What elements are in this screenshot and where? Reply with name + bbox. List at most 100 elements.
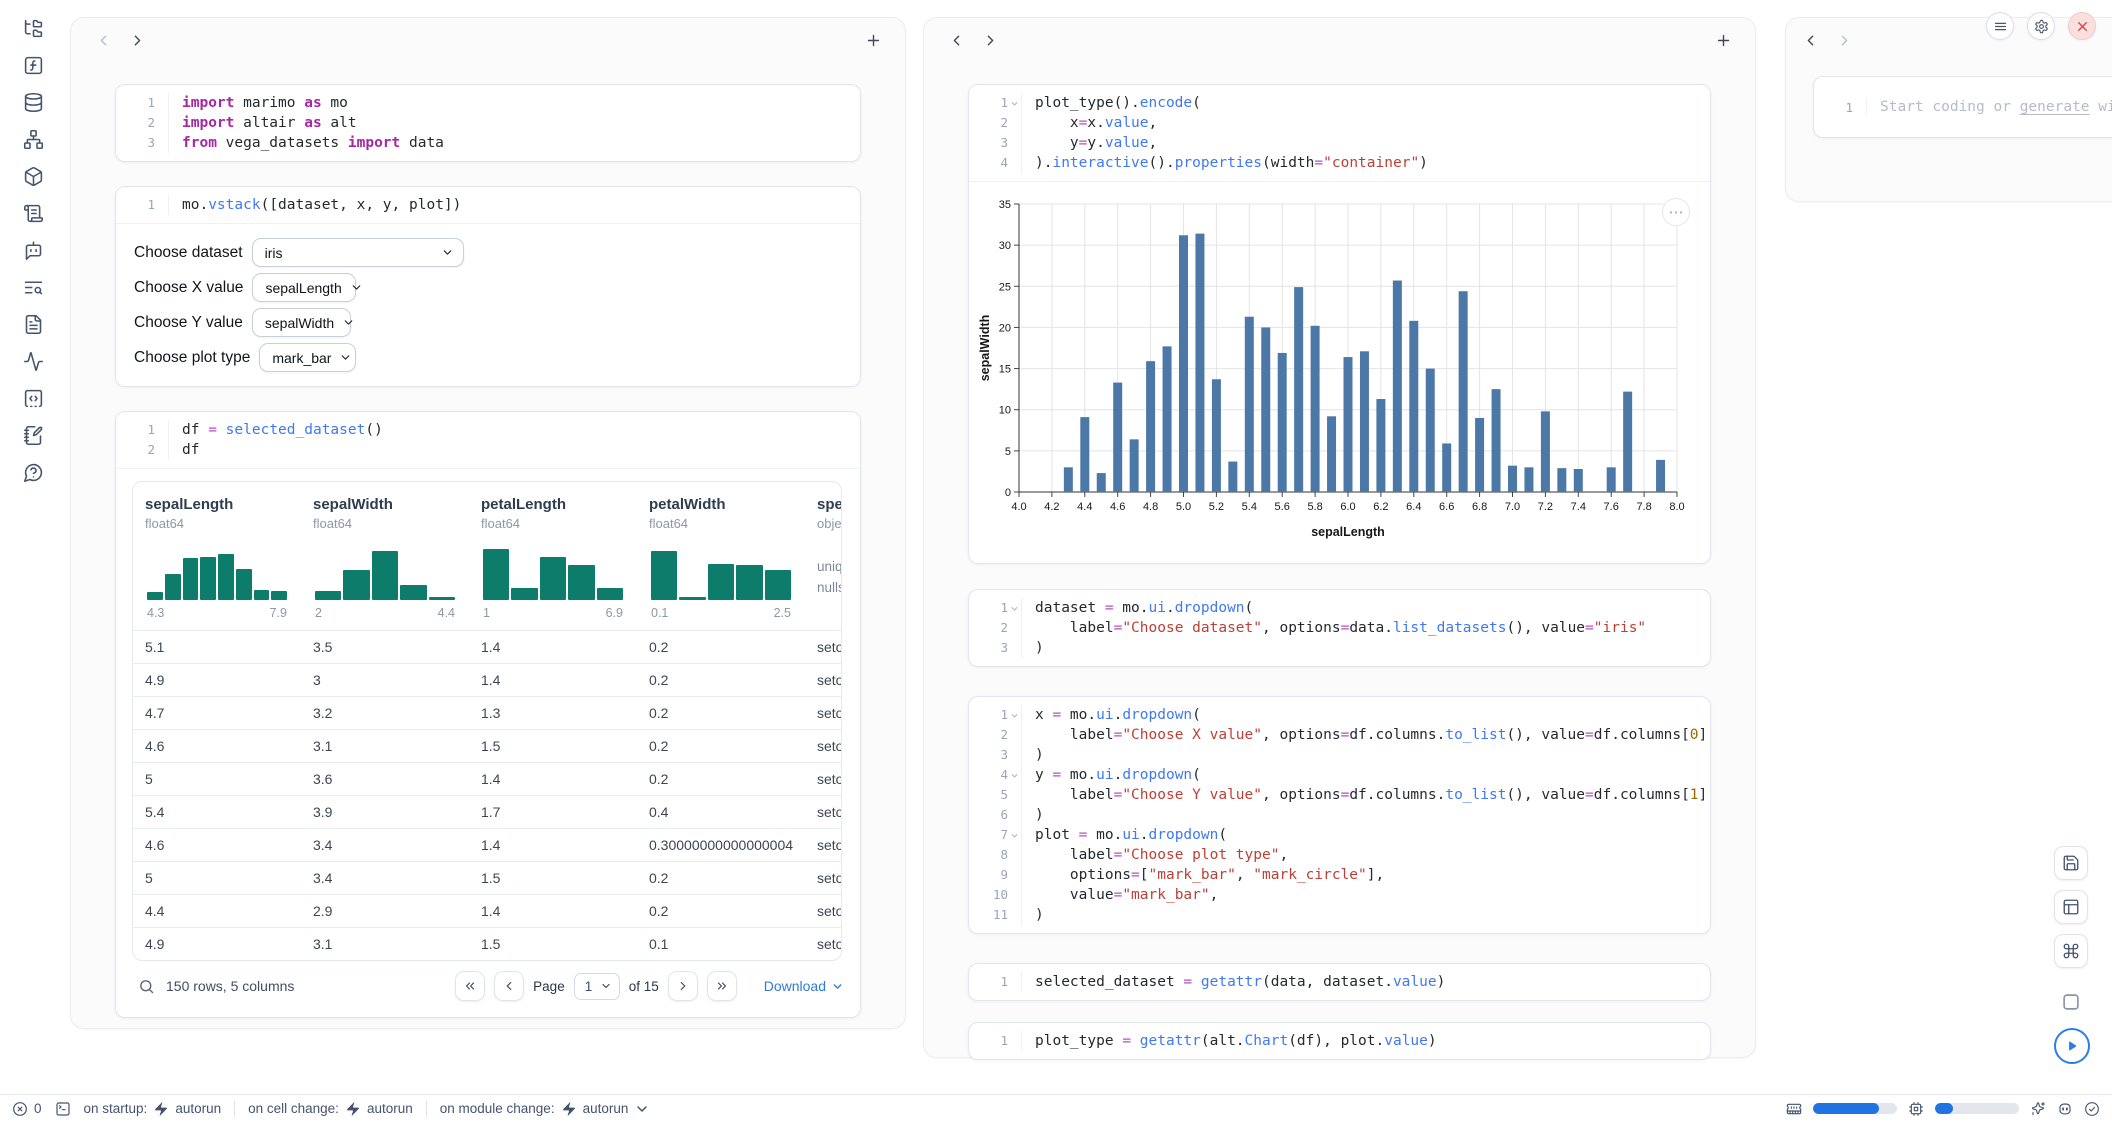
copilot-icon[interactable] [2057, 1101, 2073, 1117]
generate-with-ai-link[interactable]: generate [2020, 99, 2090, 115]
cpu-icon [1908, 1101, 1924, 1117]
dependency-graph-icon[interactable] [16, 127, 50, 151]
column-histogram[interactable] [483, 542, 623, 600]
layout-grid-icon[interactable] [2054, 890, 2088, 924]
cell-chart[interactable]: 1plot_type().encode(2 x=x.value,3 y=y.va… [968, 84, 1711, 564]
runtime-config-0[interactable]: on startup:autorun [84, 1101, 222, 1117]
fold-chevron-icon[interactable] [1008, 602, 1021, 614]
fold-chevron-icon[interactable] [1008, 97, 1021, 109]
run-all-icon[interactable] [2054, 1028, 2090, 1064]
snippets-icon[interactable] [16, 386, 50, 410]
chart-output[interactable]: 4.04.24.44.64.85.05.25.45.65.86.06.26.46… [969, 181, 1710, 563]
column-left-icon[interactable] [89, 26, 117, 54]
column-left-icon[interactable] [942, 26, 970, 54]
error-count-indicator[interactable]: 0 [12, 1101, 42, 1117]
table-row[interactable]: 4.42.91.40.2setosa [133, 894, 842, 927]
terminal-icon[interactable] [55, 1101, 71, 1117]
column-right-icon[interactable] [123, 26, 151, 54]
first-page-icon[interactable] [455, 971, 485, 1001]
packages-icon[interactable] [16, 164, 50, 188]
code-editor[interactable]: 1df = selected_dataset()2df [116, 412, 860, 468]
settings-gear-icon[interactable] [2027, 12, 2055, 40]
last-page-icon[interactable] [707, 971, 737, 1001]
table-row[interactable]: 53.61.40.2setosa [133, 762, 842, 795]
fold-chevron-icon[interactable] [1008, 769, 1021, 781]
tracing-icon[interactable] [16, 349, 50, 373]
cell-imports[interactable]: 1import marimo as mo2import altair as al… [115, 84, 861, 162]
prev-page-icon[interactable] [494, 971, 524, 1001]
code-editor[interactable]: 1import marimo as mo2import altair as al… [116, 85, 860, 161]
search-icon[interactable] [138, 978, 155, 995]
runtime-config-2[interactable]: on module change:autorun [440, 1101, 651, 1117]
code-editor[interactable]: 1selected_dataset = getattr(data, datase… [969, 964, 1710, 1000]
column-header[interactable]: sepalWidthfloat6424.4 [301, 496, 469, 622]
dropdown-select[interactable]: sepalWidth [252, 308, 351, 337]
datasources-icon[interactable] [16, 90, 50, 114]
add-cell-icon[interactable] [859, 26, 887, 54]
fold-chevron-icon[interactable] [1008, 829, 1021, 841]
sepal-bar-chart[interactable]: 4.04.24.44.64.85.05.25.45.65.86.06.26.46… [975, 194, 1691, 546]
keyboard-shortcuts-icon[interactable] [2054, 934, 2088, 968]
ai-sparkles-icon[interactable] [2030, 1101, 2046, 1117]
help-icon[interactable] [16, 460, 50, 484]
code-editor[interactable]: 1mo.vstack([dataset, x, y, plot]) [116, 187, 860, 223]
shutdown-icon[interactable] [2068, 12, 2096, 40]
cell-dataset-dropdown[interactable]: 1dataset = mo.ui.dropdown(2 label="Choos… [968, 589, 1711, 667]
code-editor[interactable]: 1dataset = mo.ui.dropdown(2 label="Choos… [969, 590, 1710, 666]
dropdown-select[interactable]: mark_bar [259, 343, 356, 372]
add-cell-icon[interactable] [1709, 26, 1737, 54]
table-row[interactable]: 5.13.51.40.2setosa [133, 630, 842, 663]
table-row[interactable]: 4.931.40.2setosa [133, 663, 842, 696]
cell-selected-dataset[interactable]: 1selected_dataset = getattr(data, datase… [968, 963, 1711, 1001]
table-row[interactable]: 53.41.50.2setosa [133, 861, 842, 894]
table-row[interactable]: 4.93.11.50.1setosa [133, 927, 842, 960]
column-header[interactable]: petalLengthfloat6416.9 [469, 496, 637, 622]
table-row[interactable]: 4.63.11.50.2setosa [133, 729, 842, 762]
column-histogram[interactable] [315, 542, 455, 600]
column-right-icon[interactable] [976, 26, 1004, 54]
variables-icon[interactable] [16, 53, 50, 77]
table-row[interactable]: 5.43.91.70.4setosa [133, 795, 842, 828]
cell-empty[interactable]: 1 Start coding or generate with AI [1813, 76, 2112, 138]
code-editor[interactable]: 1plot_type = getattr(alt.Chart(df), plot… [969, 1023, 1710, 1059]
column-header[interactable]: sepalLengthfloat644.37.9 [133, 496, 301, 622]
table-row[interactable]: 4.73.21.30.2setosa [133, 696, 842, 729]
column-header[interactable]: speciesobjectunique:nulls: [805, 496, 842, 622]
cell-plot-type[interactable]: 1plot_type = getattr(alt.Chart(df), plot… [968, 1022, 1711, 1060]
file-explorer-icon[interactable] [16, 16, 50, 40]
app-view-icon[interactable] [2057, 988, 2085, 1016]
editor-placeholder[interactable]: Start coding or generate with AI [1866, 99, 2112, 115]
cpu-usage-meter [1935, 1103, 2019, 1114]
logs-icon[interactable] [16, 275, 50, 299]
dropdown-select[interactable]: iris [252, 238, 464, 267]
bar [1097, 473, 1106, 492]
column-header[interactable]: petalWidthfloat640.12.5 [637, 496, 805, 622]
page-select[interactable]: 1 [574, 973, 620, 1000]
column-left-icon[interactable] [1796, 26, 1824, 54]
dropdown-select[interactable]: sepalLength [252, 273, 356, 302]
cell-dataframe[interactable]: 1df = selected_dataset()2df sepalLengthf… [115, 411, 861, 1018]
save-icon[interactable] [2054, 846, 2088, 880]
column-histogram[interactable] [147, 542, 287, 600]
cell-xy-plot-dropdowns[interactable]: 1x = mo.ui.dropdown(2 label="Choose X va… [968, 696, 1711, 934]
dataframe-table: sepalLengthfloat644.37.9sepalWidthfloat6… [132, 481, 842, 961]
ai-chat-icon[interactable] [16, 238, 50, 262]
bar [1656, 460, 1665, 492]
bar [1261, 327, 1270, 492]
column-histogram[interactable] [651, 542, 791, 600]
menu-icon[interactable] [1986, 12, 2014, 40]
table-row[interactable]: 4.63.41.40.30000000000000004setosa [133, 828, 842, 861]
cell-vstack[interactable]: 1mo.vstack([dataset, x, y, plot]) Choose… [115, 186, 861, 387]
code-editor[interactable]: 1x = mo.ui.dropdown(2 label="Choose X va… [969, 697, 1710, 933]
fold-chevron-icon[interactable] [1008, 709, 1021, 721]
notebook-icon[interactable] [16, 423, 50, 447]
runtime-config-1[interactable]: on cell change:autorun [248, 1101, 413, 1117]
documentation-icon[interactable] [16, 312, 50, 336]
code-editor[interactable]: 1plot_type().encode(2 x=x.value,3 y=y.va… [969, 85, 1710, 181]
chart-actions-icon[interactable]: ⋯ [1662, 198, 1690, 226]
column-right-icon[interactable] [1830, 26, 1858, 54]
scratchpad-icon[interactable] [16, 201, 50, 225]
next-page-icon[interactable] [668, 971, 698, 1001]
connection-status-icon[interactable] [2084, 1101, 2100, 1117]
download-button[interactable]: Download [764, 978, 844, 994]
